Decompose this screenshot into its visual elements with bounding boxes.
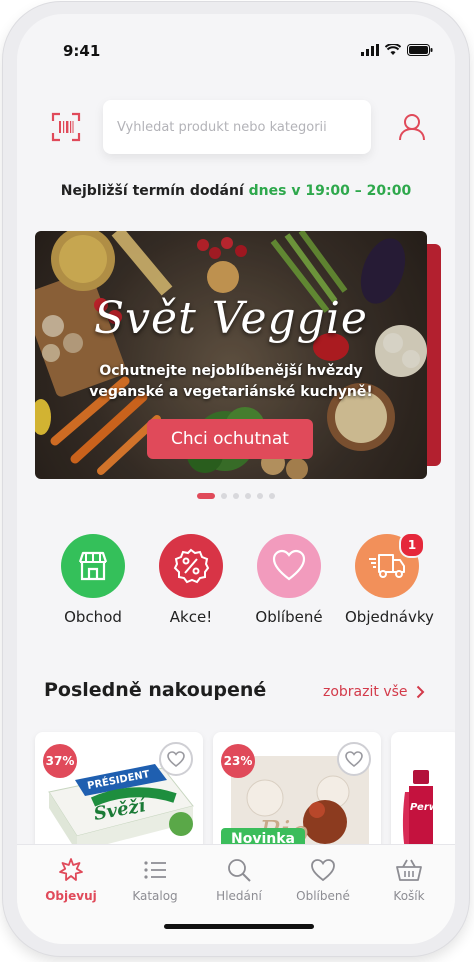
tab-label: Hledání bbox=[216, 889, 262, 903]
barcode-scan-icon[interactable] bbox=[51, 112, 81, 142]
favorite-button[interactable] bbox=[159, 742, 193, 776]
banner-cta-button[interactable]: Chci ochutnat bbox=[147, 419, 313, 459]
carousel-dot[interactable] bbox=[233, 493, 239, 499]
tab-cart[interactable]: Košík bbox=[369, 857, 449, 903]
phone-frame: 9:41 Vyhledat produkt nebo kategorii Nej… bbox=[3, 2, 469, 956]
tab-label: Oblíbené bbox=[296, 889, 350, 903]
status-icons bbox=[361, 44, 433, 56]
discount-badge-icon bbox=[159, 534, 223, 598]
quick-action-store[interactable]: Obchod bbox=[51, 534, 135, 626]
carousel-dot[interactable] bbox=[257, 493, 263, 499]
home-indicator bbox=[164, 924, 314, 929]
quick-action-orders[interactable]: 1 Objednávky bbox=[345, 532, 434, 626]
heart-outline-icon bbox=[167, 751, 185, 767]
discount-badge: 37% bbox=[43, 744, 77, 778]
tab-catalog[interactable]: Katalog bbox=[115, 857, 195, 903]
app-screen: 9:41 Vyhledat produkt nebo kategorii Nej… bbox=[17, 14, 455, 944]
signal-icon bbox=[361, 44, 379, 56]
tab-discover[interactable]: Objevuj bbox=[31, 857, 111, 903]
banner-subtitle: Ochutnejte nejoblíbenější hvězdy vegansk… bbox=[89, 363, 373, 400]
battery-icon bbox=[407, 44, 433, 56]
tab-bar: Objevuj Katalog Hledání Oblíbené Košík bbox=[17, 844, 455, 944]
search-input[interactable]: Vyhledat produkt nebo kategorii bbox=[103, 100, 371, 154]
favorite-button[interactable] bbox=[337, 742, 371, 776]
tab-label: Košík bbox=[393, 889, 425, 903]
status-time: 9:41 bbox=[63, 42, 101, 60]
basket-icon bbox=[396, 859, 422, 881]
carousel-dot-active[interactable] bbox=[197, 493, 215, 499]
carousel-dots[interactable] bbox=[197, 493, 275, 499]
orders-count-badge: 1 bbox=[399, 532, 425, 558]
discount-badge: 23% bbox=[221, 744, 255, 778]
heart-icon bbox=[257, 534, 321, 598]
delivery-slot: dnes v 19:00 – 20:00 bbox=[248, 183, 412, 199]
banner-title: Svět Veggie bbox=[94, 293, 368, 344]
quick-action-favorites[interactable]: Oblíbené bbox=[247, 534, 331, 626]
quick-action-label: Obchod bbox=[64, 608, 122, 626]
tab-search[interactable]: Hledání bbox=[199, 857, 279, 903]
star-icon bbox=[59, 858, 83, 881]
quick-action-deals[interactable]: Akce! bbox=[149, 534, 233, 626]
tab-favorites[interactable]: Oblíbené bbox=[283, 857, 363, 903]
delivery-truck-icon: 1 bbox=[355, 532, 425, 598]
section-title: Posledně nakoupené bbox=[44, 679, 267, 701]
chevron-right-icon bbox=[416, 685, 424, 699]
show-all-link[interactable]: zobrazit vše bbox=[323, 684, 425, 700]
search-placeholder: Vyhledat produkt nebo kategorii bbox=[117, 119, 327, 135]
heart-icon bbox=[311, 859, 335, 882]
list-icon bbox=[144, 861, 166, 879]
wifi-icon bbox=[385, 44, 401, 55]
product-brand: Perwoll bbox=[410, 802, 452, 813]
carousel-dot[interactable] bbox=[245, 493, 251, 499]
show-all-label: zobrazit vše bbox=[323, 684, 408, 700]
search-icon bbox=[228, 859, 251, 882]
quick-action-label: Oblíbené bbox=[255, 608, 323, 626]
carousel-dot[interactable] bbox=[269, 493, 275, 499]
heart-outline-icon bbox=[345, 751, 363, 767]
tab-label: Objevuj bbox=[45, 889, 97, 903]
tab-label: Katalog bbox=[132, 889, 178, 903]
delivery-prefix: Nejbližší termín dodání bbox=[60, 183, 244, 199]
promo-banner[interactable]: Svět Veggie Ochutnejte nejoblíbenější hv… bbox=[35, 231, 427, 479]
carousel-dot[interactable] bbox=[221, 493, 227, 499]
delivery-info: Nejbližší termín dodání dnes v 19:00 – 2… bbox=[17, 183, 455, 199]
quick-action-label: Objednávky bbox=[345, 608, 434, 626]
store-icon bbox=[61, 534, 125, 598]
profile-icon[interactable] bbox=[397, 112, 427, 142]
quick-action-label: Akce! bbox=[169, 608, 213, 626]
